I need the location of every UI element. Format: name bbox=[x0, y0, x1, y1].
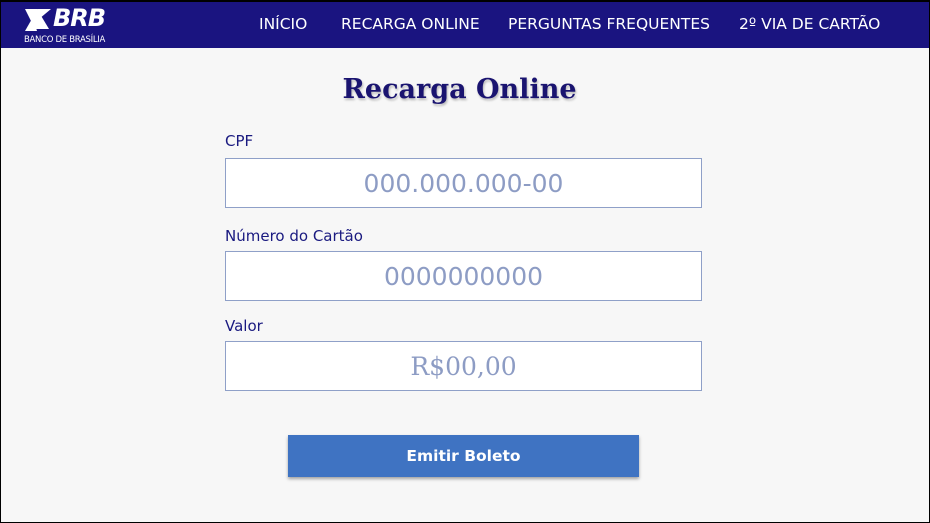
nav-link-inicio[interactable]: INÍCIO bbox=[259, 15, 307, 33]
cpf-label: CPF bbox=[225, 132, 254, 150]
brb-logo-icon bbox=[25, 9, 51, 31]
logo-text: BRB bbox=[53, 4, 106, 32]
card-number-label: Número do Cartão bbox=[225, 227, 363, 245]
top-navbar: BRB BANCO DE BRASÍLIA INÍCIO RECARGA ONL… bbox=[1, 2, 929, 48]
card-number-input[interactable] bbox=[225, 251, 702, 301]
nav-link-recarga-online[interactable]: RECARGA ONLINE bbox=[341, 15, 480, 33]
logo-subtitle: BANCO DE BRASÍLIA bbox=[24, 35, 106, 45]
cpf-input[interactable] bbox=[225, 158, 702, 208]
app-frame: BRB BANCO DE BRASÍLIA INÍCIO RECARGA ONL… bbox=[1, 2, 929, 522]
emit-boleto-button[interactable]: Emitir Boleto bbox=[288, 435, 639, 477]
nav-link-perguntas-frequentes[interactable]: PERGUNTAS FREQUENTES bbox=[508, 15, 710, 33]
page-title: Recarga Online bbox=[342, 74, 577, 105]
nav-link-segunda-via-cartao[interactable]: 2º VIA DE CARTÃO bbox=[739, 15, 880, 33]
amount-label: Valor bbox=[225, 317, 263, 335]
brand-logo[interactable]: BRB BANCO DE BRASÍLIA bbox=[23, 4, 113, 46]
amount-input[interactable] bbox=[225, 341, 702, 391]
